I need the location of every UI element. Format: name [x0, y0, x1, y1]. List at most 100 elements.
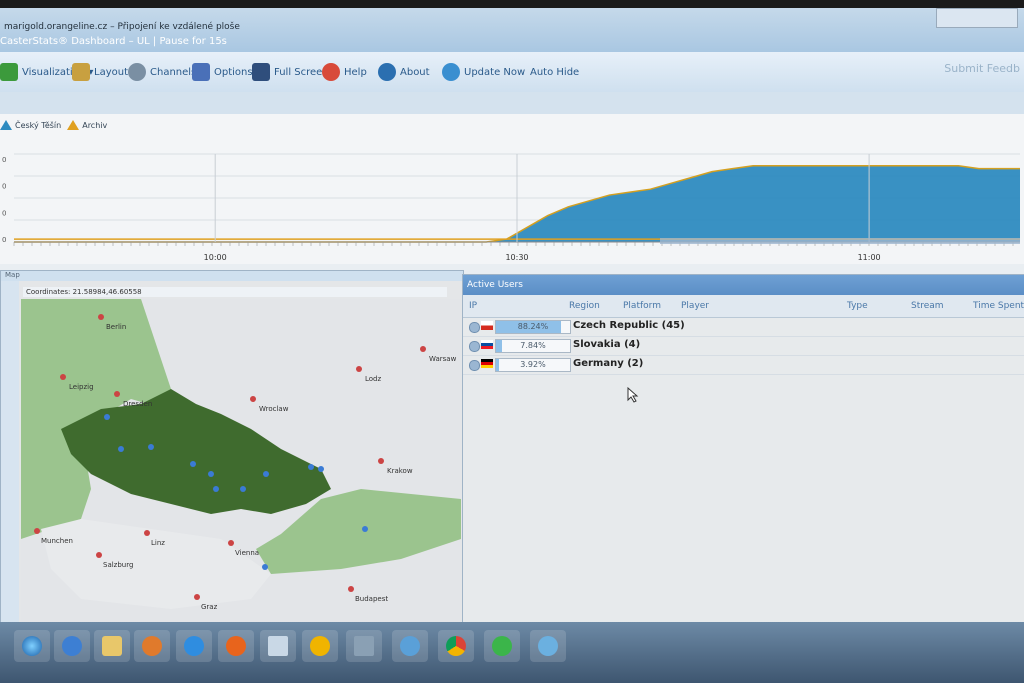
mouse-cursor-icon [627, 387, 639, 403]
toolbar: Visualization ▾ Layout ▾ Channels Option… [0, 52, 1024, 93]
layout-button[interactable]: Layout ▾ [72, 60, 136, 84]
expand-icon[interactable] [469, 341, 480, 352]
taskbar-item[interactable] [94, 630, 130, 662]
city-label: Dresden [123, 400, 152, 408]
chart-icon [0, 63, 18, 81]
section-strip [0, 92, 1024, 115]
y-tick-label: 0 [2, 209, 6, 217]
taskbar-item[interactable] [530, 630, 566, 662]
city-label: Leipzig [69, 383, 94, 391]
city-label: Budapest [355, 595, 388, 603]
column-stream[interactable]: Stream [911, 301, 944, 311]
window-title: marigold.orangeline.cz – Připojení ke vz… [4, 22, 240, 32]
expand-icon[interactable] [469, 360, 480, 371]
map-header: Map [1, 271, 463, 281]
range-selector [660, 238, 1020, 244]
title-bar: marigold.orangeline.cz – Připojení ke vz… [0, 8, 1024, 52]
city-label: Linz [151, 539, 165, 547]
app-icon [492, 636, 512, 656]
map-tools[interactable] [1, 281, 19, 641]
monitor-icon [252, 63, 270, 81]
checklist-icon [192, 63, 210, 81]
percent-bar: 88.24% [495, 320, 571, 334]
map[interactable]: Berlin Leipzig Dresden Wroclaw Lodz Wars… [21, 299, 461, 639]
folder-icon [102, 636, 122, 656]
city-label: Warsaw [429, 355, 457, 363]
percent-bar: 7.84% [495, 339, 571, 353]
lifebuoy-icon [322, 63, 340, 81]
taskbar-item[interactable] [54, 630, 90, 662]
city-label: Salzburg [103, 561, 133, 569]
city-label: Lodz [365, 375, 382, 383]
column-platform[interactable]: Platform [623, 301, 661, 311]
column-time-spent[interactable]: Time Spent [973, 301, 1024, 311]
active-users-header: Active Users [463, 275, 1024, 295]
usb-icon [354, 636, 374, 656]
taskbar-item[interactable] [260, 630, 296, 662]
x-tick-label: 11:00 [858, 253, 881, 262]
layout-icon [72, 63, 90, 81]
column-headers: IP Region Platform Player Type Stream Ti… [463, 295, 1024, 318]
help-button[interactable]: Help [322, 60, 367, 84]
window-controls[interactable] [936, 8, 1018, 28]
submit-feedback-link[interactable]: Submit Feedb [944, 62, 1020, 75]
active-users-panel: Active Users IP Region Platform Player T… [462, 274, 1024, 651]
taskbar-item[interactable] [218, 630, 254, 662]
expand-icon[interactable] [469, 322, 480, 333]
percent-bar: 3.92% [495, 358, 571, 372]
table-row[interactable]: 7.84% Slovakia (4) [463, 337, 1024, 356]
x-tick-label: 10:30 [505, 253, 528, 262]
coordinates-readout: Coordinates: 21.58984,46.60558 [23, 287, 447, 297]
refresh-icon [442, 63, 460, 81]
start-button[interactable] [14, 630, 50, 662]
taskbar-item[interactable] [484, 630, 520, 662]
table-row[interactable]: 88.24% Czech Republic (45) [463, 318, 1024, 337]
start-icon [22, 636, 42, 656]
flag-icon [481, 321, 493, 330]
full-screen-button[interactable]: Full Screen [252, 60, 329, 84]
update-now-button[interactable]: Update Now [442, 60, 525, 84]
country-label: Czech Republic (45) [573, 320, 685, 331]
taskbar-item[interactable] [176, 630, 212, 662]
column-region[interactable]: Region [569, 301, 600, 311]
notepad-icon [268, 636, 288, 656]
city-label: Graz [201, 603, 218, 611]
ie-icon [184, 636, 204, 656]
column-ip[interactable]: IP [469, 301, 477, 311]
city-label: Berlin [106, 323, 126, 331]
channels-button[interactable]: Channels [128, 60, 196, 84]
taskbar-item[interactable] [392, 630, 428, 662]
city-label: Krakow [387, 467, 413, 475]
area-chart: 0 0 0 0 10:00 10:30 11:00 [2, 153, 1020, 262]
auto-hide-button[interactable]: Auto Hide [530, 60, 579, 84]
taskbar-item[interactable] [134, 630, 170, 662]
city-label: Wroclaw [259, 405, 289, 413]
taskbar-item[interactable] [438, 630, 474, 662]
taskbar-item[interactable] [302, 630, 338, 662]
y-tick-label: 0 [2, 183, 6, 191]
column-type[interactable]: Type [847, 301, 868, 311]
flag-icon [481, 340, 493, 349]
about-button[interactable]: About [378, 60, 430, 84]
taskbar-item[interactable] [346, 630, 382, 662]
window-subtitle: CasterStats® Dashboard – UL | Pause for … [0, 36, 227, 47]
clock-icon [128, 63, 146, 81]
y-tick-label: 0 [2, 236, 6, 244]
flag-icon [481, 359, 493, 368]
chrome-icon [446, 636, 466, 656]
options-button[interactable]: Options [192, 60, 253, 84]
info-icon [378, 63, 396, 81]
city-label: Munchen [41, 537, 73, 545]
media-player-icon [142, 636, 162, 656]
map-panel: Map Coordinates: 21.58984,46.60558 Berli… [0, 270, 464, 647]
country-label: Slovakia (4) [573, 339, 641, 350]
table-row[interactable]: 3.92% Germany (2) [463, 356, 1024, 375]
column-player[interactable]: Player [681, 301, 709, 311]
chart-panel: Český Těšín Archiv 0 0 0 0 10:00 10:30 11:00 [0, 114, 1024, 264]
network-icon [400, 636, 420, 656]
taskbar [0, 622, 1024, 683]
country-label: Germany (2) [573, 358, 644, 369]
settings-icon [310, 636, 330, 656]
firefox-icon [226, 636, 246, 656]
x-tick-label: 10:00 [204, 253, 227, 262]
